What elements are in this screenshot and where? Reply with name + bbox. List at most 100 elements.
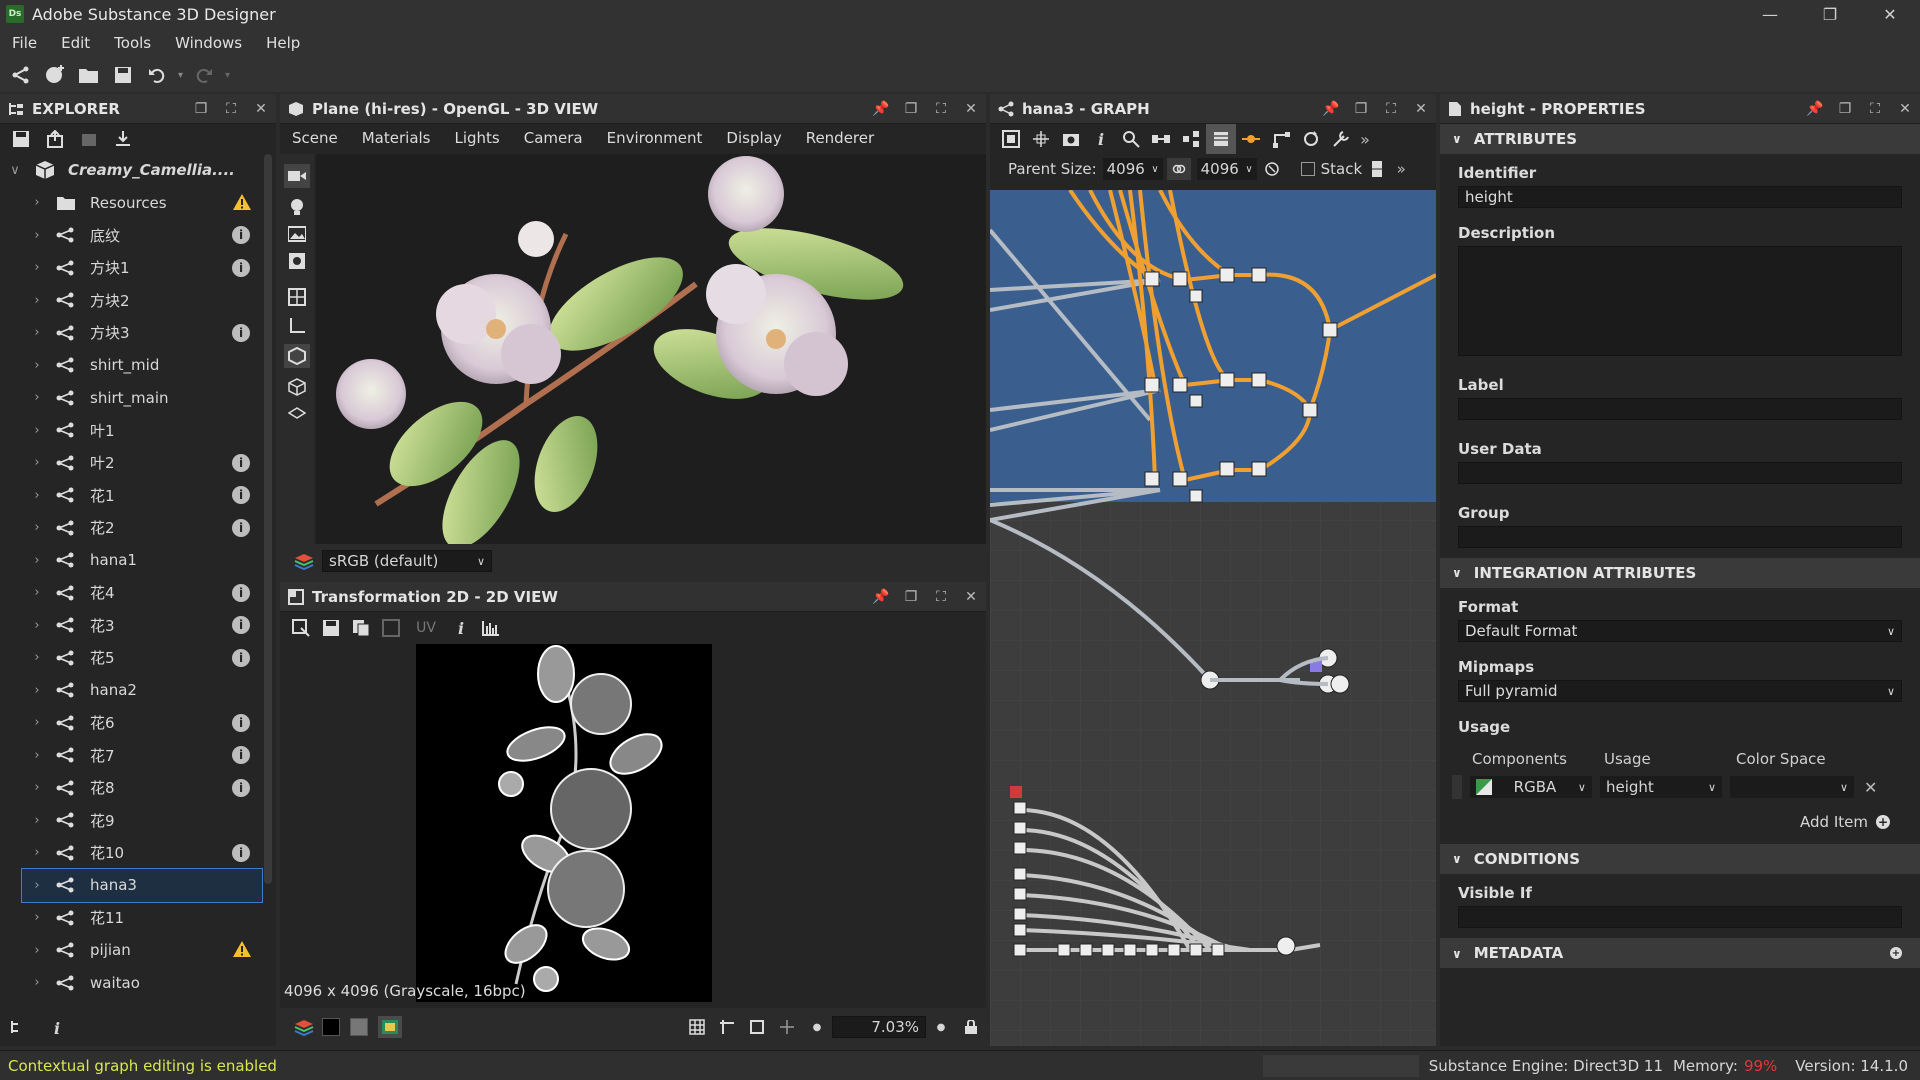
export-icon[interactable]	[42, 126, 68, 152]
expand-chevron-icon[interactable]: ›	[22, 260, 52, 275]
pin-icon[interactable]: 📌	[866, 589, 896, 605]
pin-icon[interactable]: 📌	[1316, 101, 1346, 117]
info-badge-icon[interactable]: i	[232, 258, 250, 277]
tree-item[interactable]: › 方块1 i	[22, 252, 262, 285]
export-image-icon[interactable]	[286, 613, 316, 643]
float-panel-icon[interactable]: ❐	[896, 589, 926, 605]
zoom-input[interactable]: 7.03%	[832, 1016, 926, 1038]
mesh-tool-icon[interactable]	[288, 288, 306, 306]
float-panel-icon[interactable]: ❐	[1830, 101, 1860, 117]
expand-chevron-icon[interactable]: ›	[22, 293, 52, 308]
section-metadata[interactable]: ∨ METADATA +	[1440, 938, 1920, 968]
explorer-scrollbar[interactable]	[264, 154, 272, 884]
expand-chevron-icon[interactable]: ›	[22, 195, 52, 210]
tree-item[interactable]: › 叶2 i	[22, 447, 262, 480]
reset-size-icon[interactable]	[1257, 154, 1287, 184]
black-background-swatch[interactable]	[322, 1018, 340, 1036]
tree-item[interactable]: › hana3	[21, 868, 263, 903]
search-icon[interactable]	[1116, 124, 1146, 154]
info-badge-icon[interactable]: i	[232, 778, 250, 797]
menu-renderer[interactable]: Renderer	[806, 129, 874, 147]
components-select[interactable]: RGBA ∨	[1470, 776, 1592, 798]
graph-node-red[interactable]	[1010, 786, 1022, 798]
uv-toggle[interactable]: UV	[406, 613, 446, 643]
graph-frame-blue[interactable]	[990, 190, 1436, 502]
column-icon[interactable]	[1362, 154, 1392, 184]
menu-environment[interactable]: Environment	[607, 129, 703, 147]
float-panel-icon[interactable]: ❐	[186, 101, 216, 117]
tree-item[interactable]: › 花9	[22, 804, 262, 837]
reload-icon[interactable]	[76, 126, 102, 152]
menu-scene[interactable]: Scene	[292, 129, 338, 147]
expand-chevron-icon[interactable]: ›	[22, 520, 52, 535]
maximize-panel-icon[interactable]: ⛶	[926, 101, 956, 117]
expand-chevron-icon[interactable]: ›	[22, 780, 52, 795]
menu-edit[interactable]: Edit	[61, 34, 90, 52]
expand-chevron-icon[interactable]: ›	[22, 683, 52, 698]
menu-windows[interactable]: Windows	[175, 34, 242, 52]
expand-chevron-icon[interactable]: ›	[22, 228, 52, 243]
zoom-out-icon[interactable]: ●	[802, 1012, 832, 1042]
info-icon[interactable]: i	[1086, 124, 1116, 154]
section-integration[interactable]: ∨ INTEGRATION ATTRIBUTES	[1440, 558, 1920, 588]
info-badge-icon[interactable]: i	[232, 323, 250, 342]
add-icon[interactable]: +	[1876, 815, 1890, 829]
section-conditions[interactable]: ∨ CONDITIONS	[1440, 844, 1920, 874]
link-size-icon[interactable]	[1166, 158, 1191, 180]
info-icon[interactable]: i	[446, 613, 476, 643]
wire-cube-tool-icon[interactable]	[288, 378, 306, 396]
copy-image-icon[interactable]	[346, 613, 376, 643]
refresh-icon[interactable]	[1296, 124, 1326, 154]
size-select[interactable]: 4096 ∨	[1196, 158, 1257, 180]
more-tools-icon[interactable]: »	[1356, 124, 1374, 154]
graph-node-end[interactable]	[1276, 936, 1296, 956]
axis-tool-icon[interactable]	[288, 316, 306, 334]
group-field[interactable]	[1458, 526, 1902, 548]
section-attributes[interactable]: ∨ ATTRIBUTES	[1440, 124, 1920, 154]
tree-item[interactable]: › 花5 i	[22, 642, 262, 675]
expand-chevron-icon[interactable]: ›	[22, 553, 52, 568]
maximize-panel-icon[interactable]: ⛶	[216, 101, 246, 117]
save-icon[interactable]	[8, 126, 34, 152]
package-row[interactable]: ∨ Creamy_Camellia....	[0, 154, 276, 187]
zoom-in-icon[interactable]: ●	[926, 1012, 956, 1042]
undo-dropdown-icon[interactable]: ▾	[178, 70, 183, 81]
expand-chevron-icon[interactable]: ›	[22, 358, 52, 373]
undo-icon[interactable]	[144, 62, 170, 88]
close-window-button[interactable]: ✕	[1860, 0, 1920, 28]
tree-item[interactable]: › 底纹 i	[22, 219, 262, 252]
restore-button[interactable]: ❐	[1800, 0, 1860, 28]
tree-item[interactable]: › hana2	[22, 674, 262, 707]
tree-item[interactable]: › pijian	[22, 934, 262, 967]
histogram-icon[interactable]	[476, 613, 506, 643]
close-panel-icon[interactable]: ✕	[246, 101, 276, 117]
expand-chevron-icon[interactable]: ›	[22, 878, 52, 893]
lock-icon[interactable]	[956, 1012, 986, 1042]
tree-item[interactable]: › 花10 i	[22, 837, 262, 870]
expand-chevron-icon[interactable]: ›	[22, 455, 52, 470]
expand-chevron-icon[interactable]: ›	[22, 488, 52, 503]
menu-file[interactable]: File	[12, 34, 37, 52]
menu-help[interactable]: Help	[266, 34, 300, 52]
usage-select[interactable]: height ∨	[1600, 776, 1722, 798]
expand-chevron-icon[interactable]: ›	[22, 618, 52, 633]
menu-camera[interactable]: Camera	[524, 129, 583, 147]
maximize-panel-icon[interactable]: ⛶	[1860, 101, 1890, 117]
menu-tools[interactable]: Tools	[114, 34, 151, 52]
format-select[interactable]: Default Format ∨	[1458, 620, 1902, 642]
expand-chevron-icon[interactable]: ›	[22, 390, 52, 405]
gray-background-swatch[interactable]	[350, 1018, 368, 1036]
save-all-icon[interactable]	[110, 62, 136, 88]
add-item-button[interactable]: Add Item	[1800, 813, 1868, 831]
tree-item[interactable]: › 方块2	[22, 284, 262, 317]
info-badge-icon[interactable]: i	[232, 713, 250, 732]
link-icon[interactable]	[1266, 124, 1296, 154]
info-badge-icon[interactable]: i	[232, 518, 250, 537]
info-badge-icon[interactable]: i	[232, 648, 250, 667]
expand-chevron-icon[interactable]: ›	[22, 715, 52, 730]
expand-chevron-icon[interactable]: ›	[22, 943, 52, 958]
tree-icon[interactable]	[10, 1019, 28, 1037]
close-panel-icon[interactable]: ✕	[956, 101, 986, 117]
user-data-field[interactable]	[1458, 462, 1902, 484]
cube-tool-icon[interactable]	[284, 344, 310, 368]
